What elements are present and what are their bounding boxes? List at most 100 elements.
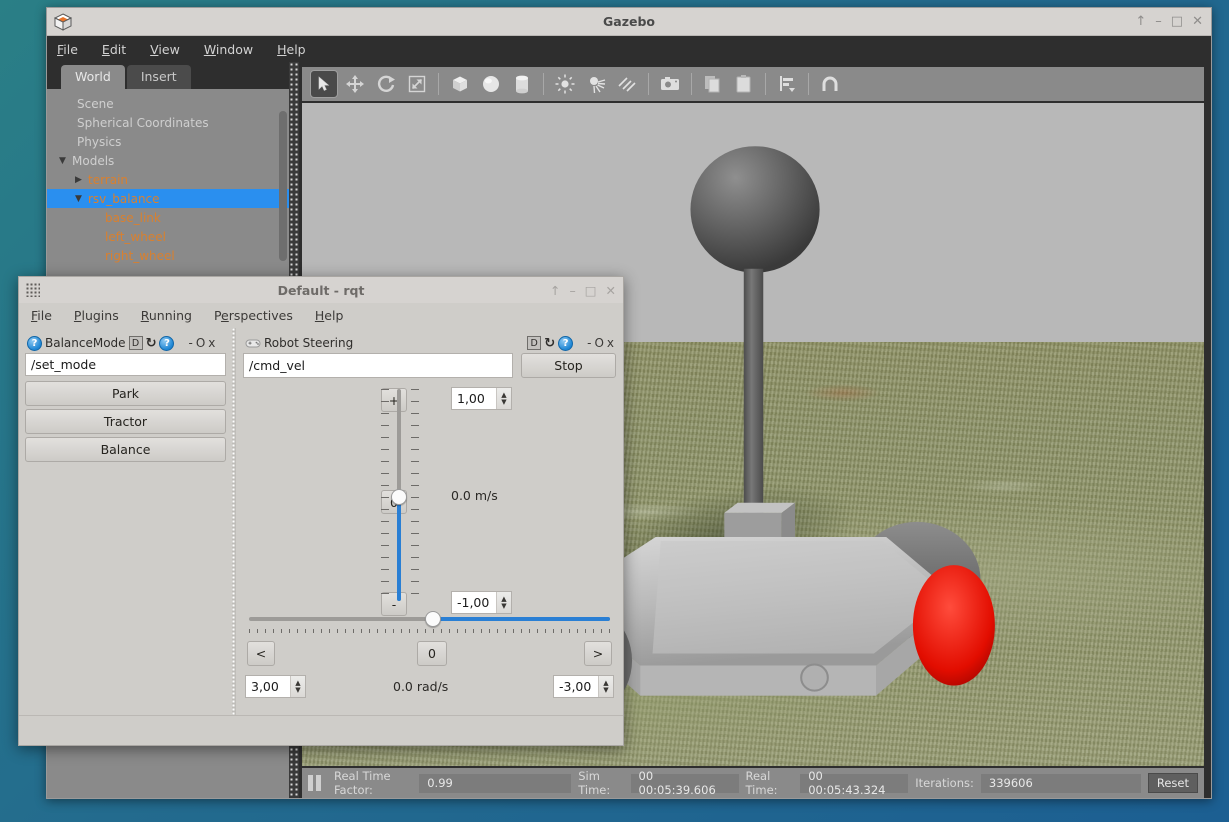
tree-item-rsv-balance[interactable]: ▼ rsv_balance bbox=[47, 189, 289, 208]
gazebo-close-button[interactable]: ✕ bbox=[1192, 15, 1203, 28]
angular-min-spinbox[interactable]: -3,00 ▲▼ bbox=[553, 675, 614, 698]
gazebo-window-controls[interactable]: ↑ – □ ✕ bbox=[1135, 15, 1203, 28]
steering-float-icon[interactable]: O bbox=[594, 336, 603, 350]
steering-minimize-icon[interactable]: - bbox=[587, 336, 591, 350]
tab-insert[interactable]: Insert bbox=[127, 65, 191, 89]
steering-help-icon[interactable]: ? bbox=[558, 336, 573, 351]
chevron-down-icon[interactable]: ▼ bbox=[75, 194, 88, 204]
gazebo-titlebar[interactable]: Gazebo ↑ – □ ✕ bbox=[47, 8, 1211, 36]
translate-mode-icon[interactable] bbox=[341, 70, 369, 98]
dock-icon[interactable]: D bbox=[129, 336, 143, 350]
snap-icon[interactable] bbox=[816, 70, 844, 98]
help-icon[interactable]: ? bbox=[159, 336, 174, 351]
insert-box-icon[interactable] bbox=[446, 70, 474, 98]
rqt-menu-plugins[interactable]: Plugins bbox=[74, 308, 119, 323]
tree-item-terrain[interactable]: ▶ terrain bbox=[47, 170, 289, 189]
balance-mode-float-icon[interactable]: O bbox=[196, 336, 205, 350]
rotate-mode-icon[interactable] bbox=[372, 70, 400, 98]
angular-slider-handle[interactable] bbox=[425, 611, 441, 627]
steering-reload-icon[interactable]: ↻ bbox=[544, 336, 555, 351]
balance-mode-minimize-icon[interactable]: - bbox=[188, 336, 192, 350]
rqt-menu-help[interactable]: Help bbox=[315, 308, 344, 323]
rqt-maximize-button[interactable]: □ bbox=[585, 283, 597, 298]
angular-zero-button[interactable]: 0 bbox=[417, 641, 447, 666]
steering-dock-icon[interactable]: D bbox=[527, 336, 541, 350]
rqt-menu-running[interactable]: Running bbox=[141, 308, 192, 323]
rqt-menu-file[interactable]: File bbox=[31, 308, 52, 323]
linear-slider-ticks-right bbox=[411, 389, 419, 601]
real-time-value: 00 00:05:43.324 bbox=[800, 774, 908, 793]
angular-max-stepper[interactable]: ▲▼ bbox=[290, 676, 305, 697]
copy-icon[interactable] bbox=[699, 70, 727, 98]
tree-item-physics[interactable]: Physics bbox=[47, 132, 289, 151]
reset-button[interactable]: Reset bbox=[1148, 773, 1198, 793]
linear-max-value[interactable]: 1,00 bbox=[452, 388, 496, 409]
angular-min-value[interactable]: -3,00 bbox=[554, 676, 598, 697]
gazebo-menu-window[interactable]: Window bbox=[204, 42, 253, 57]
tab-world[interactable]: World bbox=[61, 65, 125, 89]
balance-mode-title: BalanceMode bbox=[45, 336, 126, 350]
gazebo-shade-button[interactable]: ↑ bbox=[1135, 15, 1146, 28]
chevron-right-icon[interactable]: ▶ bbox=[75, 175, 88, 185]
screenshot-icon[interactable] bbox=[656, 70, 684, 98]
real-time-factor-value: 0.99 bbox=[419, 774, 571, 793]
tree-item-models[interactable]: ▼ Models bbox=[47, 151, 289, 170]
rqt-window: Default - rqt ↑ – □ ✕ File Plugins Runni… bbox=[18, 276, 624, 746]
rqt-minimize-button[interactable]: – bbox=[569, 283, 575, 298]
rqt-close-button[interactable]: ✕ bbox=[606, 283, 616, 298]
paste-icon[interactable] bbox=[730, 70, 758, 98]
tree-item-right-wheel[interactable]: right_wheel bbox=[47, 246, 289, 265]
angular-left-button[interactable]: < bbox=[247, 641, 275, 666]
gazebo-menu-edit[interactable]: Edit bbox=[102, 42, 126, 57]
gazebo-minimize-button[interactable]: – bbox=[1155, 15, 1162, 28]
balance-button[interactable]: Balance bbox=[25, 437, 226, 462]
tractor-button[interactable]: Tractor bbox=[25, 409, 226, 434]
toolbar-separator-3 bbox=[648, 73, 649, 95]
tree-item-scene[interactable]: Scene bbox=[47, 94, 289, 113]
directional-light-icon[interactable] bbox=[613, 70, 641, 98]
tree-item-base-link[interactable]: base_link bbox=[47, 208, 289, 227]
rqt-titlebar[interactable]: Default - rqt ↑ – □ ✕ bbox=[19, 277, 623, 303]
tree-scrollbar[interactable] bbox=[279, 111, 287, 261]
park-button[interactable]: Park bbox=[25, 381, 226, 406]
insert-sphere-icon[interactable] bbox=[477, 70, 505, 98]
align-icon[interactable] bbox=[773, 70, 801, 98]
balance-mode-close-icon[interactable]: x bbox=[208, 336, 215, 350]
gazebo-maximize-button[interactable]: □ bbox=[1171, 15, 1183, 28]
select-mode-icon[interactable] bbox=[310, 70, 338, 98]
rqt-window-controls[interactable]: ↑ – □ ✕ bbox=[550, 283, 616, 298]
balance-mode-panel: ? BalanceMode D ↻ ? - O x /set_mode Park… bbox=[19, 328, 232, 715]
gazebo-menu-help[interactable]: Help bbox=[277, 42, 306, 57]
stop-button[interactable]: Stop bbox=[521, 353, 616, 378]
tree-item-spherical-coordinates[interactable]: Spherical Coordinates bbox=[47, 113, 289, 132]
linear-max-stepper[interactable]: ▲▼ bbox=[496, 388, 511, 409]
linear-max-spinbox[interactable]: 1,00 ▲▼ bbox=[451, 387, 512, 410]
angular-max-spinbox[interactable]: 3,00 ▲▼ bbox=[245, 675, 306, 698]
gazebo-menu-view[interactable]: View bbox=[150, 42, 180, 57]
angular-max-value[interactable]: 3,00 bbox=[246, 676, 290, 697]
angular-min-stepper[interactable]: ▲▼ bbox=[598, 676, 613, 697]
spot-light-icon[interactable] bbox=[582, 70, 610, 98]
pause-icon[interactable] bbox=[308, 775, 321, 791]
gazebo-panel-tabs: World Insert bbox=[47, 62, 289, 89]
gazebo-menu-file[interactable]: File bbox=[57, 42, 78, 57]
rqt-window-title: Default - rqt bbox=[19, 283, 623, 298]
linear-slider-handle[interactable] bbox=[391, 489, 407, 505]
tree-item-left-wheel[interactable]: left_wheel bbox=[47, 227, 289, 246]
angular-right-button[interactable]: > bbox=[584, 641, 612, 666]
cmd-vel-topic-input[interactable]: /cmd_vel bbox=[243, 353, 513, 378]
steering-close-icon[interactable]: x bbox=[607, 336, 614, 350]
set-mode-topic-input[interactable]: /set_mode bbox=[25, 353, 226, 376]
toolbar-separator-6 bbox=[808, 73, 809, 95]
steering-topic-row: /cmd_vel Stop bbox=[243, 353, 616, 378]
reload-icon[interactable]: ↻ bbox=[146, 336, 157, 351]
real-time-factor-label: Real Time Factor: bbox=[334, 769, 412, 797]
angular-slider-ticks bbox=[249, 629, 610, 633]
chevron-down-icon[interactable]: ▼ bbox=[59, 156, 72, 166]
scale-mode-icon[interactable] bbox=[403, 70, 431, 98]
rqt-shade-button[interactable]: ↑ bbox=[550, 283, 560, 298]
rqt-menu-perspectives[interactable]: Perspectives bbox=[214, 308, 293, 323]
point-light-icon[interactable] bbox=[551, 70, 579, 98]
real-time-label: Real Time: bbox=[746, 769, 794, 797]
insert-cylinder-icon[interactable] bbox=[508, 70, 536, 98]
